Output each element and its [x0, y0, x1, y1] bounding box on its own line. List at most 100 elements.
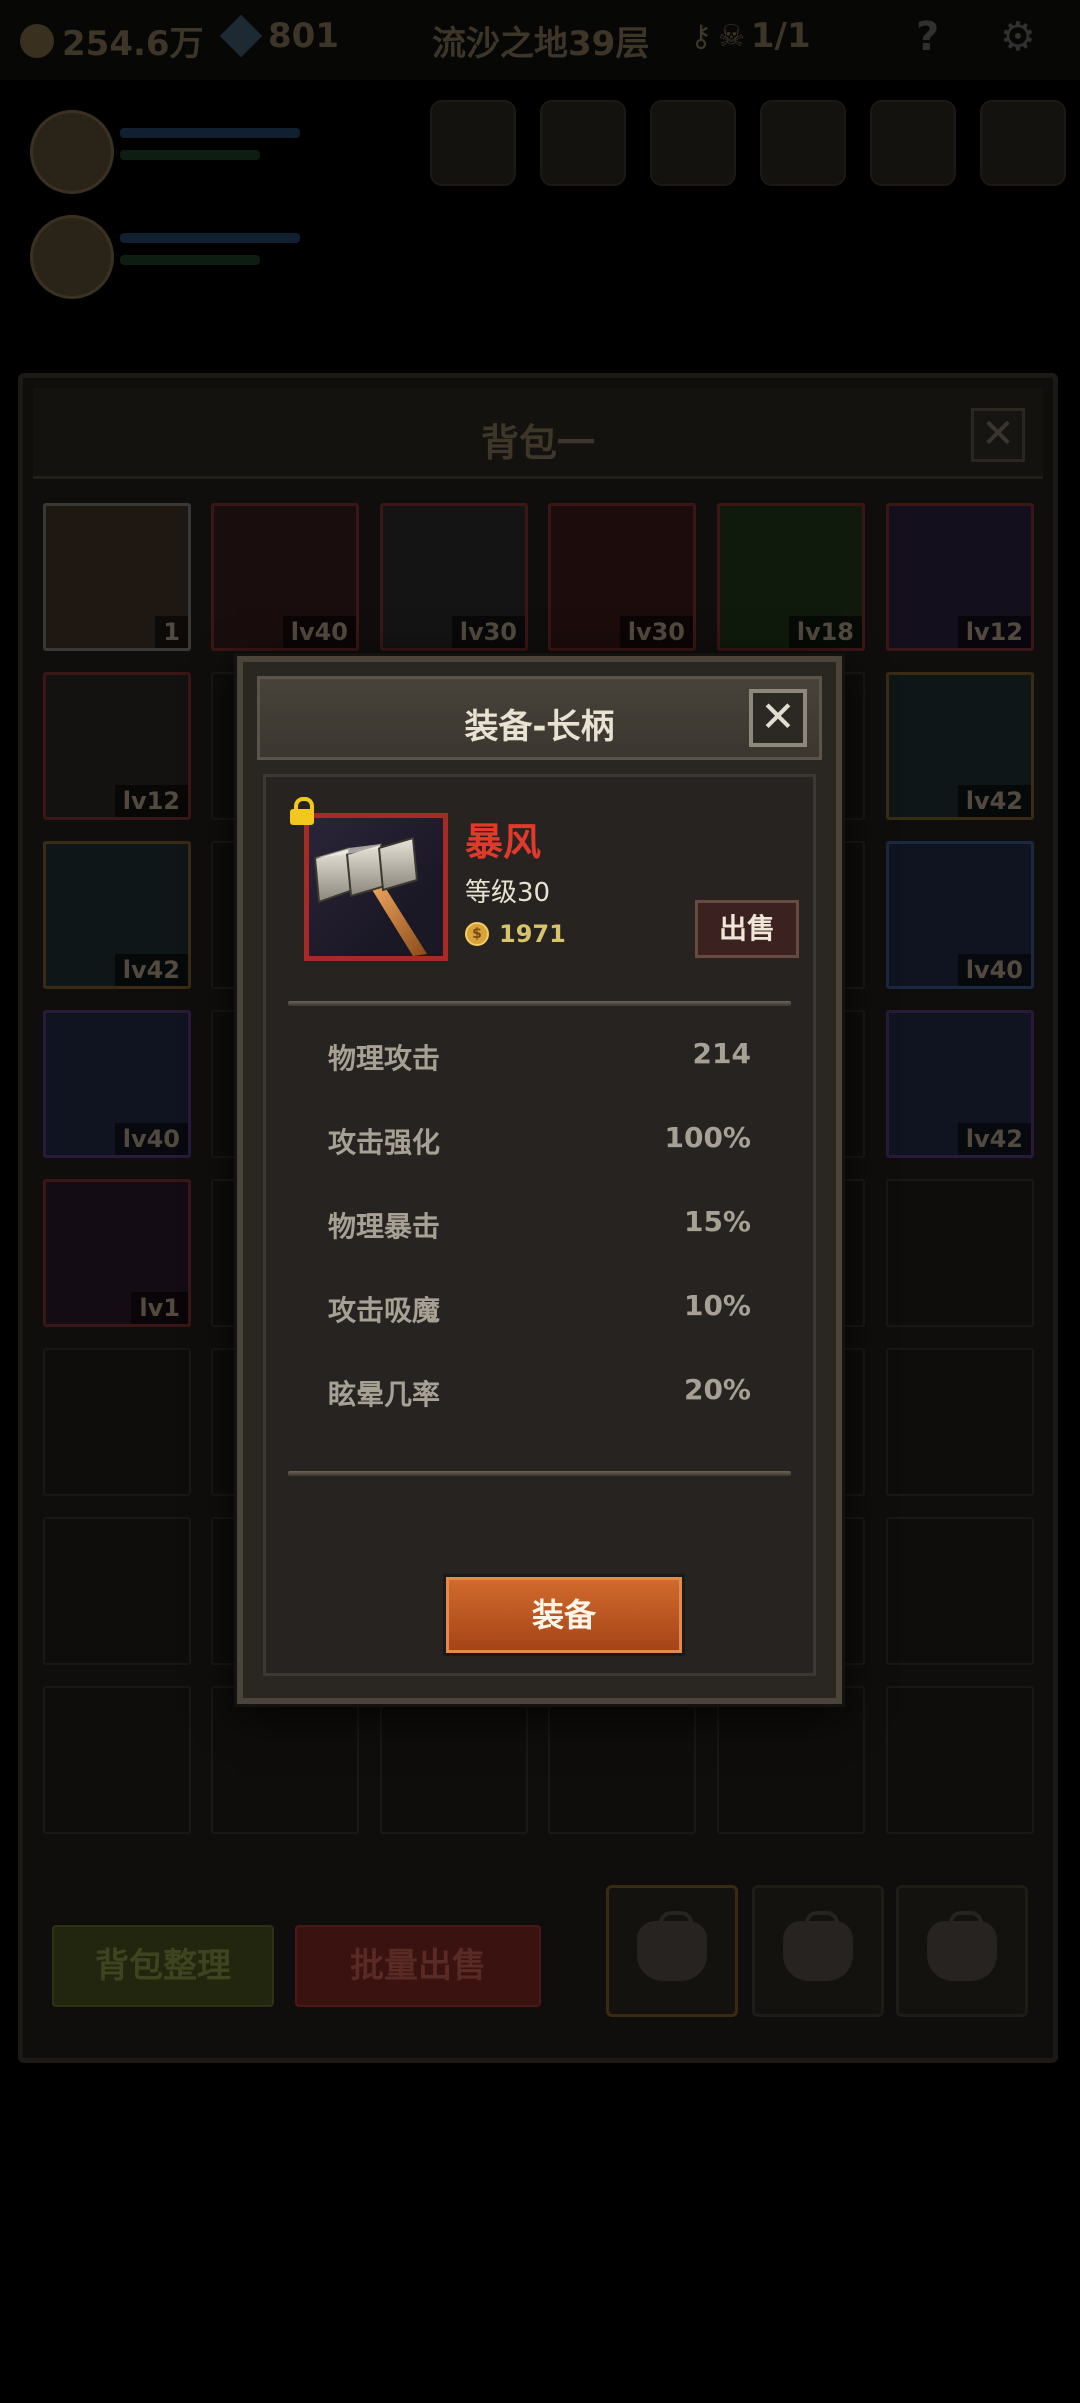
hero-equip-slot [870, 100, 956, 186]
item-name: 暴风 [465, 820, 542, 864]
backpack-item-slot[interactable]: 1 [43, 503, 191, 651]
backpack-item-slot[interactable]: lv1 [43, 1179, 191, 1327]
sell-button[interactable]: 出售 [695, 900, 799, 958]
backpack-item-slot[interactable]: lv40 [211, 503, 359, 651]
backpack-empty-slot[interactable] [886, 1686, 1034, 1834]
backpack-item-slot[interactable]: lv40 [886, 841, 1034, 989]
hero-equip-slot [650, 100, 736, 186]
item-level-label: lv40 [282, 616, 356, 648]
divider [288, 1001, 791, 1006]
item-level-label: 1 [155, 616, 188, 648]
backpack-title-bar: 背包一 ✕ [33, 388, 1043, 479]
stat-row: 眩晕几率 20% [328, 1373, 751, 1413]
item-level-label: lv12 [114, 785, 188, 817]
item-icon-frame [304, 813, 448, 961]
item-level-label: lv42 [114, 954, 188, 986]
stat-name: 物理攻击 [328, 1042, 441, 1075]
hero-row-2 [20, 205, 320, 305]
close-icon[interactable]: ✕ [971, 408, 1025, 462]
stat-row: 攻击强化 100% [328, 1121, 751, 1161]
equip-button[interactable]: 装备 [446, 1577, 682, 1653]
stat-value: 20% [683, 1373, 751, 1406]
backpack-item-slot[interactable]: lv40 [43, 1010, 191, 1158]
divider [288, 1471, 791, 1476]
item-level-label: lv42 [957, 1123, 1031, 1155]
modal-title: 装备-长柄 [464, 707, 615, 747]
modal-content: 暴风 等级30 $ 1971 出售 物理攻击 214 攻击强化 100% 物理暴击 15%… [263, 774, 816, 1676]
close-icon[interactable]: ✕ [749, 689, 807, 747]
gem-counter: 801 [219, 14, 339, 58]
hero-mp-bar [120, 255, 260, 265]
backpack-empty-slot[interactable] [43, 1517, 191, 1665]
item-level-label: lv1 [131, 1292, 188, 1324]
stat-row: 物理暴击 15% [328, 1205, 751, 1245]
key-counter: ⚷ ☠ 1/1 [690, 16, 811, 56]
backpack-empty-slot[interactable] [380, 1686, 528, 1834]
backpack-empty-slot[interactable] [548, 1686, 696, 1834]
backpack-tab-2[interactable] [752, 1885, 884, 2017]
location-label: 流沙之地39层 [432, 16, 649, 65]
item-level-label: lv18 [788, 616, 862, 648]
backpack-item-slot[interactable]: lv12 [886, 503, 1034, 651]
item-level-label: lv40 [957, 954, 1031, 986]
gem-amount: 801 [268, 16, 339, 56]
hero-equip-slot [980, 100, 1066, 186]
gold-counter: 254.6万 [20, 16, 204, 65]
skull-icon: ☠ [717, 18, 745, 54]
hero-hp-bar [120, 233, 300, 243]
gold-coin-icon: $ [465, 922, 489, 946]
backpack-empty-slot[interactable] [211, 1686, 359, 1834]
backpack-empty-slot[interactable] [43, 1686, 191, 1834]
backpack-item-slot[interactable]: lv42 [886, 672, 1034, 820]
backpack-item-slot[interactable]: lv42 [43, 841, 191, 989]
stat-value: 214 [692, 1037, 751, 1070]
question-mark-icon[interactable]: ? [916, 14, 939, 60]
hero-equip-slot [540, 100, 626, 186]
key-icon: ⚷ [690, 18, 712, 54]
backpack-title: 背包一 [480, 421, 595, 465]
backpack-empty-slot[interactable] [886, 1517, 1034, 1665]
stat-row: 攻击吸魔 10% [328, 1289, 751, 1329]
lock-icon[interactable] [290, 797, 314, 825]
hero-equip-slot [760, 100, 846, 186]
backpack-icon [927, 1911, 997, 1981]
sort-backpack-button[interactable]: 背包整理 [52, 1925, 274, 2007]
stat-row: 物理攻击 214 [328, 1037, 751, 1077]
backpack-empty-slot[interactable] [886, 1348, 1034, 1496]
item-level-label: lv30 [619, 616, 693, 648]
stat-name: 攻击强化 [328, 1126, 441, 1159]
stat-value: 100% [664, 1121, 751, 1154]
backpack-empty-slot[interactable] [43, 1348, 191, 1496]
hero-avatar [30, 215, 114, 299]
stat-value: 15% [683, 1205, 751, 1238]
backpack-item-slot[interactable]: lv30 [380, 503, 528, 651]
top-status-bar: 254.6万 801 流沙之地39层 ⚷ ☠ 1/1 ? ⚙ [0, 0, 1080, 80]
price-value: 1971 [499, 920, 566, 948]
stat-value: 10% [683, 1289, 751, 1322]
backpack-item-slot[interactable]: lv12 [43, 672, 191, 820]
hammer-icon [313, 836, 427, 956]
location-text: 流沙之地39层 [432, 24, 650, 64]
backpack-item-slot[interactable]: lv18 [717, 503, 865, 651]
stat-name: 物理暴击 [328, 1210, 441, 1243]
item-level-label: lv40 [114, 1123, 188, 1155]
backpack-item-slot[interactable]: lv30 [548, 503, 696, 651]
gold-coin-icon [20, 23, 54, 58]
backpack-empty-slot[interactable] [717, 1686, 865, 1834]
stat-name: 眩晕几率 [328, 1378, 441, 1411]
backpack-item-slot[interactable]: lv42 [886, 1010, 1034, 1158]
hero-equip-slot [430, 100, 516, 186]
key-count: 1/1 [750, 16, 811, 56]
item-level-label: lv42 [957, 785, 1031, 817]
item-price: $ 1971 [465, 920, 566, 948]
bulk-sell-button[interactable]: 批量出售 [295, 1925, 541, 2007]
backpack-empty-slot[interactable] [886, 1179, 1034, 1327]
gem-icon [219, 14, 263, 58]
item-level: 等级30 [465, 878, 551, 908]
stat-name: 攻击吸魔 [328, 1294, 441, 1327]
gear-icon[interactable]: ⚙ [1000, 14, 1036, 60]
backpack-tab-3[interactable] [896, 1885, 1028, 2017]
hero-mp-bar [120, 150, 260, 160]
backpack-tab-1[interactable] [606, 1885, 738, 2017]
hero-avatar [30, 110, 114, 194]
